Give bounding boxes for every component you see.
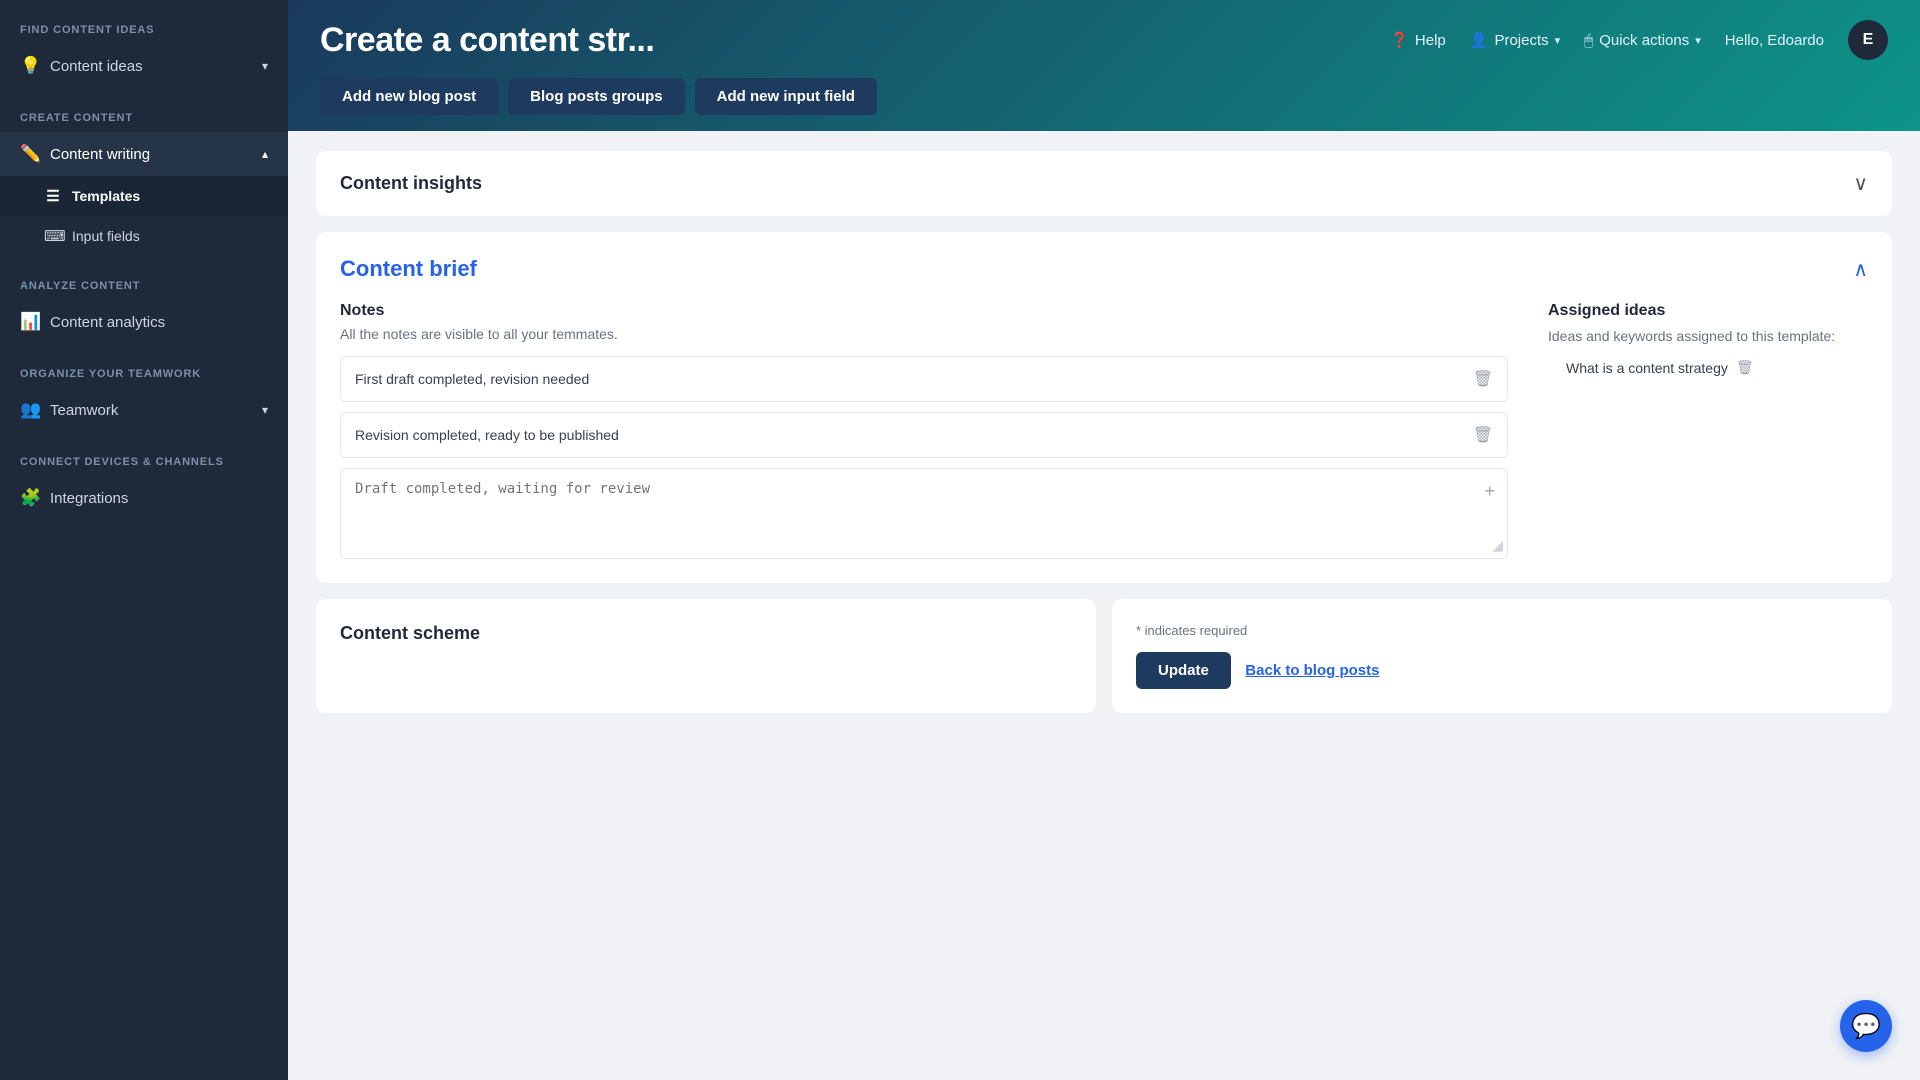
- sidebar-item-input-fields[interactable]: ⌨ Input fields: [0, 216, 288, 256]
- note-text: Revision completed, ready to be publishe…: [355, 427, 1473, 443]
- delete-icon[interactable]: 🗑: [1473, 425, 1493, 445]
- note-textarea[interactable]: [355, 481, 1493, 541]
- chevron-down-icon: ▾: [1695, 34, 1701, 47]
- edit-icon: ✏️: [20, 144, 40, 164]
- idea-text: What is a content strategy: [1566, 360, 1728, 376]
- assigned-ideas-title: Assigned ideas: [1548, 302, 1868, 320]
- teamwork-icon: 👥: [20, 400, 40, 420]
- sidebar-section-label: Organize Your Teamwork: [0, 344, 288, 388]
- sidebar-section-connect-devices: Connect Devices & Channels 🧩 Integration…: [0, 432, 288, 520]
- add-new-input-field-button[interactable]: Add new input field: [695, 78, 877, 115]
- chevron-down-icon: ▾: [262, 403, 268, 417]
- content-brief-title: Content brief: [340, 256, 477, 282]
- sidebar-section-organize-teamwork: Organize Your Teamwork 👥 Teamwork ▾: [0, 344, 288, 432]
- back-to-blog-posts-button[interactable]: Back to blog posts: [1245, 662, 1379, 679]
- sidebar-section-label: Analyze Content: [0, 256, 288, 300]
- note-text: First draft completed, revision needed: [355, 371, 1473, 387]
- sidebar-section-label: Create Content: [0, 88, 288, 132]
- chevron-down-icon: ▾: [1555, 34, 1561, 47]
- list-icon: ☰: [44, 187, 62, 205]
- sidebar-section-create-content: Create Content ✏️ Content writing ▴ ☰ Te…: [0, 88, 288, 256]
- integrations-icon: 🧩: [20, 488, 40, 508]
- add-new-blog-post-button[interactable]: Add new blog post: [320, 78, 498, 115]
- note-textarea-wrap: + ◢: [340, 468, 1508, 559]
- add-icon[interactable]: +: [1484, 481, 1495, 502]
- content-scheme-card: Content scheme: [316, 599, 1096, 713]
- bottom-row: Content scheme * indicates required Upda…: [316, 599, 1892, 713]
- projects-nav-item[interactable]: 👤 Projects ▾: [1470, 31, 1560, 49]
- sidebar-section-find-content-ideas: Find Content Ideas 💡 Content ideas ▾: [0, 0, 288, 88]
- content-brief-body: Notes All the notes are visible to all y…: [340, 302, 1868, 559]
- sidebar-item-content-ideas[interactable]: 💡 Content ideas ▾: [0, 44, 288, 88]
- sidebar-section-label: Connect Devices & Channels: [0, 432, 288, 476]
- header-top: Create a content str... ❓ Help 👤 Project…: [320, 20, 1888, 60]
- header: Create a content str... ❓ Help 👤 Project…: [288, 0, 1920, 131]
- notes-section: Notes All the notes are visible to all y…: [340, 302, 1508, 559]
- sidebar-section-label: Find Content Ideas: [0, 0, 288, 44]
- sidebar-item-teamwork[interactable]: 👥 Teamwork ▾: [0, 388, 288, 432]
- content-insights-header[interactable]: Content insights ∨: [316, 151, 1892, 216]
- main-area: Create a content str... ❓ Help 👤 Project…: [288, 0, 1920, 1080]
- required-card: * indicates required Update Back to blog…: [1112, 599, 1892, 713]
- cursor-icon: 🖱: [1584, 32, 1593, 49]
- header-nav: ❓ Help 👤 Projects ▾ 🖱 Quick actions ▾ He…: [1390, 20, 1888, 60]
- required-indicator: * indicates required: [1136, 623, 1868, 638]
- sidebar-item-content-writing[interactable]: ✏️ Content writing ▴: [0, 132, 288, 176]
- update-button[interactable]: Update: [1136, 652, 1231, 689]
- assigned-ideas-list: What is a content strategy 🗑: [1548, 359, 1868, 376]
- notes-title: Notes: [340, 302, 1508, 320]
- lightbulb-icon: 💡: [20, 56, 40, 76]
- chat-button[interactable]: 💬: [1840, 1000, 1892, 1052]
- header-actions: Add new blog post Blog posts groups Add …: [320, 78, 1888, 131]
- content-brief-header: Content brief ∧: [340, 256, 1868, 282]
- page-title: Create a content str...: [320, 21, 654, 60]
- user-avatar[interactable]: E: [1848, 20, 1888, 60]
- content-brief-card: Content brief ∧ Notes All the notes are …: [316, 232, 1892, 583]
- sidebar-item-templates[interactable]: ☰ Templates: [0, 176, 288, 216]
- resize-handle: ◢: [1492, 537, 1503, 554]
- content-area: Content insights ∨ Content brief ∧ Notes…: [288, 131, 1920, 1080]
- chevron-up-icon: ▴: [262, 147, 268, 161]
- note-item: First draft completed, revision needed 🗑: [340, 356, 1508, 402]
- sidebar-section-analyze-content: Analyze Content 📊 Content analytics: [0, 256, 288, 344]
- projects-icon: 👤: [1470, 31, 1489, 49]
- sidebar: Find Content Ideas 💡 Content ideas ▾ Cre…: [0, 0, 288, 1080]
- blog-posts-groups-button[interactable]: Blog posts groups: [508, 78, 685, 115]
- content-scheme-title: Content scheme: [340, 623, 1072, 644]
- note-item: Revision completed, ready to be publishe…: [340, 412, 1508, 458]
- chevron-down-icon: ▾: [262, 59, 268, 73]
- chevron-down-icon[interactable]: ∨: [1853, 171, 1868, 196]
- content-insights-card: Content insights ∨: [316, 151, 1892, 216]
- sidebar-item-content-analytics[interactable]: 📊 Content analytics: [0, 300, 288, 344]
- delete-icon[interactable]: 🗑: [1736, 359, 1754, 376]
- notes-subtitle: All the notes are visible to all your te…: [340, 326, 1508, 342]
- chat-icon: 💬: [1851, 1012, 1881, 1041]
- delete-icon[interactable]: 🗑: [1473, 369, 1493, 389]
- chevron-up-icon[interactable]: ∧: [1853, 257, 1868, 282]
- quick-actions-nav-item[interactable]: 🖱 Quick actions ▾: [1584, 32, 1701, 49]
- content-insights-title: Content insights: [340, 173, 482, 194]
- assigned-ideas-section: Assigned ideas Ideas and keywords assign…: [1548, 302, 1868, 559]
- list-item: What is a content strategy 🗑: [1566, 359, 1868, 376]
- keyboard-icon: ⌨: [44, 227, 62, 245]
- help-icon: ❓: [1390, 31, 1409, 49]
- analytics-icon: 📊: [20, 312, 40, 332]
- greeting-text: Hello, Edoardo: [1725, 32, 1824, 49]
- assigned-ideas-description: Ideas and keywords assigned to this temp…: [1548, 326, 1868, 347]
- sidebar-item-integrations[interactable]: 🧩 Integrations: [0, 476, 288, 520]
- help-nav-item[interactable]: ❓ Help: [1390, 31, 1446, 49]
